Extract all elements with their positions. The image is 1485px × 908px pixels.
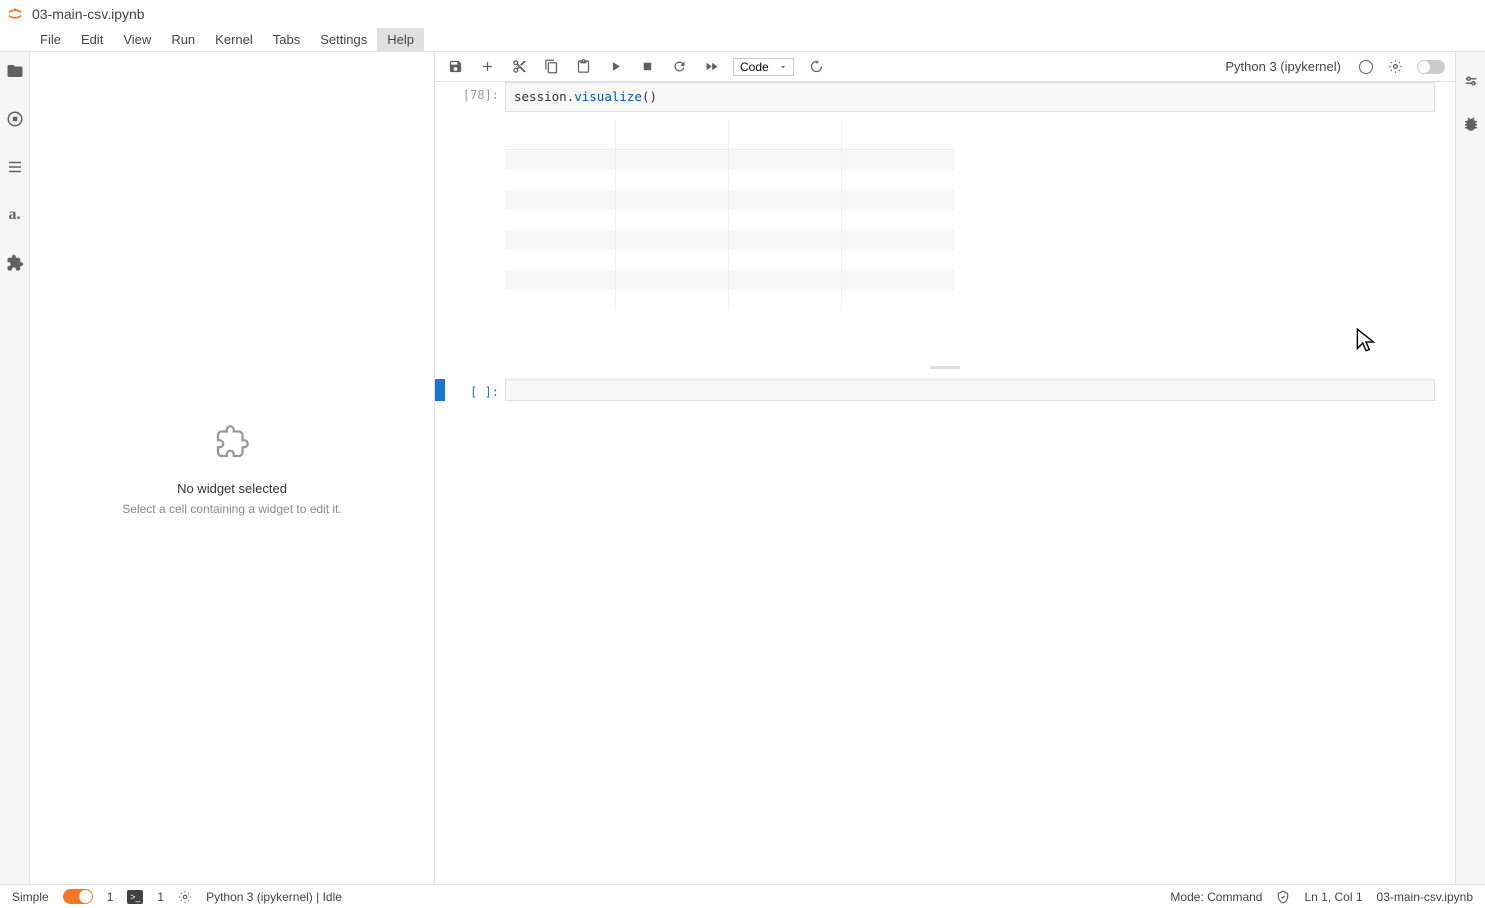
kernel-name[interactable]: Python 3 (ipykernel) (1225, 59, 1341, 74)
cell-type-select-wrap[interactable]: Code (733, 58, 794, 76)
main-area: a. No widget selected Select a cell cont… (0, 52, 1485, 884)
cell-input[interactable] (505, 379, 1435, 401)
cell-output (505, 120, 1455, 310)
copy-button[interactable] (541, 57, 561, 77)
cell-gutter (435, 82, 445, 112)
trusted-icon[interactable] (1276, 890, 1290, 904)
menu-kernel[interactable]: Kernel (205, 28, 263, 51)
code-cell[interactable]: [78]: session.visualize() (435, 82, 1455, 112)
output-table (505, 120, 955, 310)
window-title: 03-main-csv.ipynb (32, 6, 145, 22)
restart-button[interactable] (669, 57, 689, 77)
add-cell-button[interactable] (477, 57, 497, 77)
debugger-toggle[interactable] (1417, 60, 1445, 74)
menubar: File Edit View Run Kernel Tabs Settings … (0, 28, 1485, 52)
current-file[interactable]: 03-main-csv.ipynb (1377, 890, 1473, 904)
notebook-body[interactable]: [78]: session.visualize() (435, 82, 1455, 884)
toc-icon[interactable] (6, 158, 24, 176)
menu-file[interactable]: File (30, 28, 71, 51)
folder-icon[interactable] (6, 62, 24, 80)
terminal-icon[interactable]: >_ (127, 890, 143, 904)
save-button[interactable] (445, 57, 465, 77)
cut-button[interactable] (509, 57, 529, 77)
restart-run-all-button[interactable] (701, 57, 721, 77)
menu-settings[interactable]: Settings (310, 28, 377, 51)
extension-icon[interactable] (6, 254, 24, 272)
kernel-status-icon[interactable] (1359, 60, 1373, 74)
cell-prompt: [78]: (445, 82, 505, 112)
code-cell[interactable]: [ ]: (435, 379, 1455, 401)
kernel-sessions-icon[interactable] (178, 890, 192, 904)
widget-panel-subtitle: Select a cell containing a widget to edi… (122, 502, 341, 516)
cell-gutter (435, 379, 445, 401)
kernels-count[interactable]: 1 (157, 890, 164, 904)
left-rail: a. (0, 52, 30, 884)
cell-prompt: [ ]: (445, 379, 505, 401)
simple-label: Simple (12, 890, 49, 904)
statusbar: Simple 1 >_ 1 Python 3 (ipykernel) | Idl… (0, 884, 1485, 908)
notebook-container: Code Python 3 (ipykernel) [78]: session.… (435, 52, 1455, 884)
kernel-status-text[interactable]: Python 3 (ipykernel) | Idle (206, 890, 342, 904)
running-icon[interactable] (6, 110, 24, 128)
render-button[interactable] (806, 57, 826, 77)
kernel-settings-button[interactable] (1385, 57, 1405, 77)
code-paren: () (642, 89, 657, 104)
puzzle-icon (211, 421, 253, 463)
notebook-toolbar: Code Python 3 (ipykernel) (435, 52, 1455, 82)
code-method: visualize (574, 89, 642, 104)
cursor-position[interactable]: Ln 1, Col 1 (1304, 890, 1362, 904)
jupyter-logo (6, 5, 24, 23)
simple-toggle[interactable] (63, 889, 93, 904)
code-object: session (514, 89, 567, 104)
titlebar: 03-main-csv.ipynb (0, 0, 1485, 28)
property-inspector-icon[interactable] (1462, 72, 1480, 90)
menu-run[interactable]: Run (161, 28, 205, 51)
right-rail (1455, 52, 1485, 884)
mouse-cursor-icon (1355, 327, 1377, 355)
run-button[interactable] (605, 57, 625, 77)
cell-type-select[interactable]: Code (733, 58, 794, 76)
widget-panel-title: No widget selected (177, 481, 287, 496)
terminals-count[interactable]: 1 (107, 890, 114, 904)
cell-input[interactable]: session.visualize() (505, 82, 1435, 112)
menu-edit[interactable]: Edit (71, 28, 113, 51)
alpha-icon[interactable]: a. (6, 206, 24, 224)
menu-help[interactable]: Help (377, 28, 424, 51)
menu-view[interactable]: View (113, 28, 161, 51)
menu-tabs[interactable]: Tabs (263, 28, 310, 51)
paste-button[interactable] (573, 57, 593, 77)
debug-icon[interactable] (1462, 115, 1480, 133)
output-resize-handle[interactable] (435, 365, 1455, 371)
stop-button[interactable] (637, 57, 657, 77)
mode-text[interactable]: Mode: Command (1170, 890, 1262, 904)
widget-panel: No widget selected Select a cell contain… (30, 52, 435, 884)
grip-icon (930, 366, 960, 369)
